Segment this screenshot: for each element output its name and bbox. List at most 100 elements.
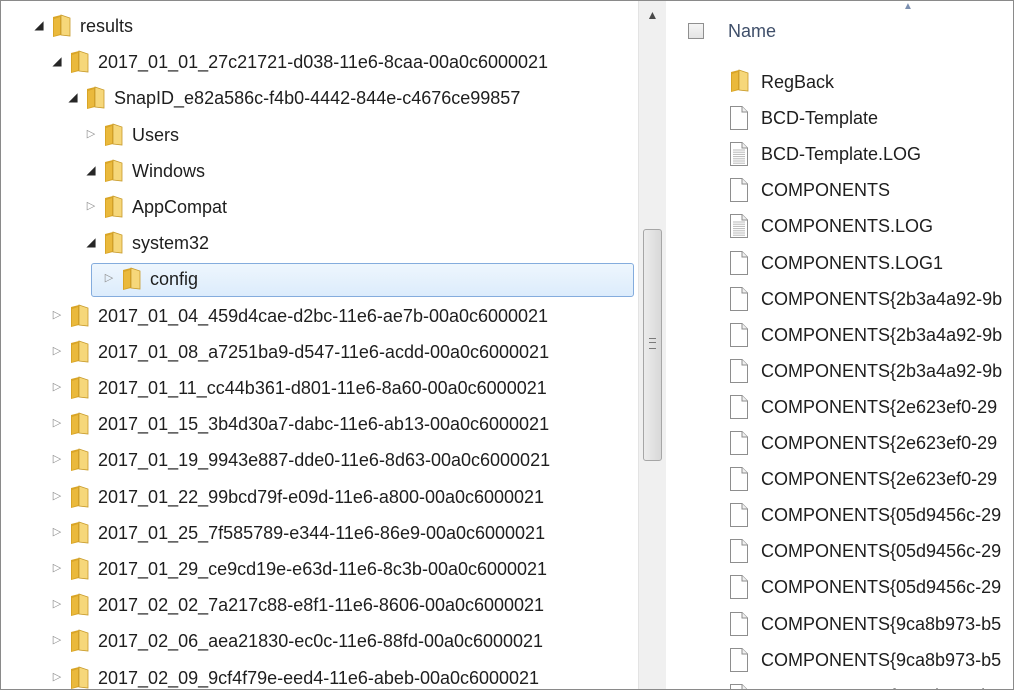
file-list-item[interactable]: COMPONENTS xyxy=(666,172,1013,208)
folder-icon xyxy=(68,521,90,545)
tree-node[interactable]: ▷ config xyxy=(1,262,638,298)
tree-node[interactable]: ▷ 2017_01_15_3b4d30a7-dabc-11e6-ab13-00a0… xyxy=(1,407,638,443)
expand-arrow-icon[interactable]: ▷ xyxy=(51,634,63,646)
file-list-item[interactable]: COMPONENTS.LOG xyxy=(666,208,1013,244)
expand-arrow-icon[interactable]: ▷ xyxy=(51,598,63,610)
tree-node-label: 2017_01_01_27c21721-d038-11e6-8caa-00a0c… xyxy=(98,52,549,73)
expand-arrow-icon[interactable]: ▷ xyxy=(51,453,63,465)
file-list-item[interactable]: COMPONENTS{2e623ef0-29 xyxy=(666,389,1013,425)
navigation-tree: ◢ results ◢ 2017_01_01_27c21721-d038-11e6-8… xyxy=(1,1,638,689)
tree-node-label: 2017_01_15_3b4d30a7-dabc-11e6-ab13-00a0c… xyxy=(98,414,550,435)
tree-node[interactable]: ▷ AppCompat xyxy=(1,190,638,226)
file-icon xyxy=(728,105,750,131)
tree-node[interactable]: ▷ 2017_01_29_ce9cd19e-e63d-11e6-8c3b-00a0… xyxy=(1,552,638,588)
file-list-item[interactable]: COMPONENTS{05d9456c-29 xyxy=(666,569,1013,605)
file-list-item[interactable]: BCD-Template xyxy=(666,100,1013,136)
file-icon xyxy=(728,647,750,673)
collapse-arrow-icon[interactable]: ◢ xyxy=(85,236,97,248)
tree-node[interactable]: ▷ 2017_02_02_7a217c88-e8f1-11e6-8606-00a0… xyxy=(1,588,638,624)
tree-node-label: 2017_01_04_459d4cae-d2bc-11e6-ae7b-00a0c… xyxy=(98,305,549,326)
expand-arrow-icon[interactable]: ▷ xyxy=(51,417,63,429)
tree-node[interactable]: ◢ Windows xyxy=(1,154,638,190)
folder-icon xyxy=(68,629,90,653)
tree-node[interactable]: ▷ 2017_02_09_9cf4f79e-eed4-11e6-abeb-00a0… xyxy=(1,661,638,689)
expand-arrow-icon[interactable]: ▷ xyxy=(51,526,63,538)
collapse-arrow-icon[interactable]: ◢ xyxy=(67,91,79,103)
text-file-icon xyxy=(728,141,750,167)
file-list-item[interactable]: RegBack xyxy=(666,64,1013,100)
folder-icon xyxy=(68,448,90,472)
file-icon xyxy=(728,538,750,564)
tree-node[interactable]: ▷ 2017_01_19_9943e887-dde0-11e6-8d63-00a0… xyxy=(1,443,638,479)
file-list-item[interactable]: COMPONENTS{05d9456c-29 xyxy=(666,497,1013,533)
expand-arrow-icon[interactable]: ▷ xyxy=(51,381,63,393)
expand-arrow-icon[interactable]: ▷ xyxy=(85,128,97,140)
file-icon xyxy=(728,177,750,203)
file-icon xyxy=(728,683,750,689)
file-list-item[interactable]: COMPONENTS.LOG1 xyxy=(666,245,1013,281)
tree-node[interactable]: ◢ results xyxy=(1,9,638,45)
collapse-arrow-icon[interactable]: ◢ xyxy=(85,164,97,176)
file-name: COMPONENTS{2b3a4a92-9b xyxy=(761,324,1003,345)
collapse-arrow-icon[interactable]: ◢ xyxy=(51,55,63,67)
file-icon xyxy=(728,466,750,492)
tree-node[interactable]: ▷ 2017_01_22_99bcd79f-e09d-11e6-a800-00a0… xyxy=(1,480,638,516)
tree-node[interactable]: ▷ 2017_01_11_cc44b361-d801-11e6-8a60-00a0… xyxy=(1,371,638,407)
file-list-item[interactable]: COMPONENTS{9ca8b973-b5 xyxy=(666,606,1013,642)
file-list-item[interactable]: COMPONENTS{2e623ef0-29 xyxy=(666,461,1013,497)
file-list-item[interactable]: COMPONENTS{2e623ef0-29 xyxy=(666,425,1013,461)
file-list-item[interactable]: COMPONENTS{2b3a4a92-9b xyxy=(666,281,1013,317)
tree-node[interactable]: ▷ 2017_01_04_459d4cae-d2bc-11e6-ae7b-00a0… xyxy=(1,299,638,335)
tree-node-label: 2017_02_02_7a217c88-e8f1-11e6-8606-00a0c… xyxy=(98,595,545,616)
expand-arrow-icon[interactable]: ▷ xyxy=(51,309,63,321)
scroll-thumb[interactable] xyxy=(643,229,662,461)
folder-icon xyxy=(102,159,124,183)
folder-icon xyxy=(68,304,90,328)
folder-icon xyxy=(728,69,750,95)
folder-icon xyxy=(68,376,90,400)
folder-icon xyxy=(68,412,90,436)
file-list-item[interactable]: COMPONENTS{9ca8b973-b5 xyxy=(666,678,1013,689)
file-list-item[interactable]: COMPONENTS{2b3a4a92-9b xyxy=(666,353,1013,389)
tree-node[interactable]: ◢ system32 xyxy=(1,226,638,262)
tree-node[interactable]: ▷ Users xyxy=(1,118,638,154)
collapse-arrow-icon[interactable]: ◢ xyxy=(33,19,45,31)
file-list-pane: ▲ Name RegBack BCD-Template BCD-Template.L… xyxy=(666,1,1013,689)
tree-node-label: results xyxy=(80,16,134,36)
select-all-checkbox[interactable] xyxy=(688,23,704,39)
sort-ascending-icon: ▲ xyxy=(903,1,913,12)
file-name: COMPONENTS xyxy=(761,180,891,201)
file-name: RegBack xyxy=(761,72,835,92)
file-icon xyxy=(728,322,750,348)
explorer-window: ◢ results ◢ 2017_01_01_27c21721-d038-11e6-8… xyxy=(0,0,1014,690)
column-header[interactable]: ▲ Name xyxy=(666,1,1013,63)
expand-arrow-icon[interactable]: ▷ xyxy=(51,345,63,357)
tree-node-label: 2017_01_19_9943e887-dde0-11e6-8d63-00a0c… xyxy=(98,450,551,471)
tree-node[interactable]: ▷ 2017_01_25_7f585789-e344-11e6-86e9-00a0… xyxy=(1,516,638,552)
file-name: COMPONENTS{9ca8b973-b5 xyxy=(761,649,1002,670)
tree-node-label: 2017_01_25_7f585789-e344-11e6-86e9-00a0c… xyxy=(98,522,546,543)
tree-node[interactable]: ◢ 2017_01_01_27c21721-d038-11e6-8caa-00a0… xyxy=(1,45,638,81)
expand-arrow-icon[interactable]: ▷ xyxy=(51,562,63,574)
expand-arrow-icon[interactable]: ▷ xyxy=(103,272,115,284)
folder-icon xyxy=(68,666,90,689)
tree-node[interactable]: ▷ 2017_02_06_aea21830-ec0c-11e6-88fd-00a0… xyxy=(1,624,638,660)
file-list-item[interactable]: COMPONENTS{2b3a4a92-9b xyxy=(666,317,1013,353)
scroll-up-arrow-icon[interactable]: ▲ xyxy=(639,1,666,29)
folder-icon xyxy=(68,340,90,364)
tree-node-label: Users xyxy=(132,124,180,145)
file-list-item[interactable]: COMPONENTS{9ca8b973-b5 xyxy=(666,642,1013,678)
tree-node[interactable]: ◢ SnapID_e82a586c-f4b0-4442-844e-c4676ce9… xyxy=(1,81,638,117)
expand-arrow-icon[interactable]: ▷ xyxy=(51,490,63,502)
expand-arrow-icon[interactable]: ▷ xyxy=(85,200,97,212)
column-name-header[interactable]: Name xyxy=(728,21,776,42)
file-list-item[interactable]: BCD-Template.LOG xyxy=(666,136,1013,172)
folder-icon xyxy=(84,86,106,110)
expand-arrow-icon[interactable]: ▷ xyxy=(51,671,63,683)
tree-node-label: 2017_01_22_99bcd79f-e09d-11e6-a800-00a0c… xyxy=(98,486,545,507)
tree-scrollbar[interactable]: ▲ xyxy=(638,1,666,689)
tree-node-label: 2017_02_09_9cf4f79e-eed4-11e6-abeb-00a0c… xyxy=(98,667,540,688)
tree-node[interactable]: ▷ 2017_01_08_a7251ba9-d547-11e6-acdd-00a0… xyxy=(1,335,638,371)
file-icon xyxy=(728,502,750,528)
file-list-item[interactable]: COMPONENTS{05d9456c-29 xyxy=(666,533,1013,569)
